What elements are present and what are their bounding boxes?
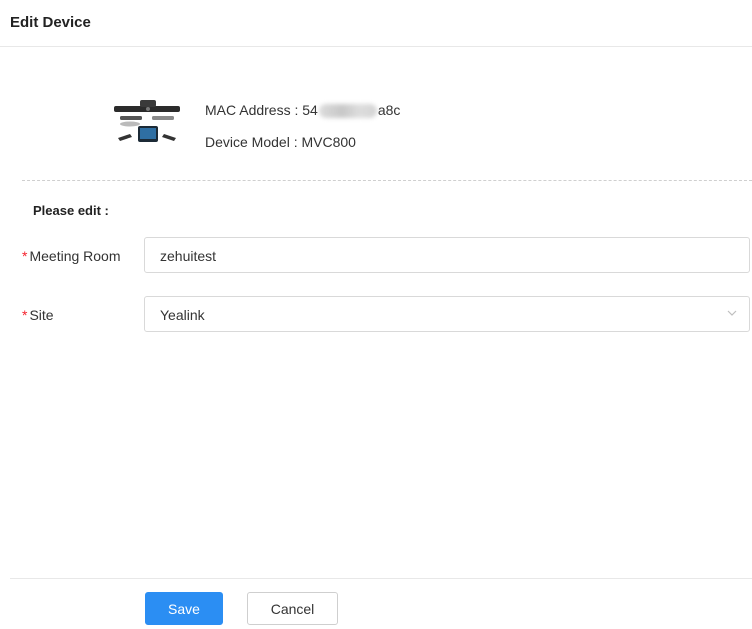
mac-address: MAC Address : 54 a8c bbox=[205, 102, 401, 119]
mac-address-label: MAC Address : bbox=[205, 102, 303, 118]
section-title: Please edit : bbox=[33, 203, 109, 218]
site-label-text: Site bbox=[29, 307, 54, 323]
dialog-header: Edit Device bbox=[0, 0, 752, 47]
mac-address-prefix: 54 bbox=[302, 102, 318, 118]
site-label: * Site bbox=[22, 307, 54, 323]
site-select[interactable]: Yealink bbox=[144, 296, 750, 332]
site-value: Yealink bbox=[160, 307, 205, 323]
dialog-title: Edit Device bbox=[10, 14, 91, 31]
device-model: Device Model : MVC800 bbox=[205, 134, 356, 150]
required-mark: * bbox=[22, 307, 28, 323]
device-model-label: Device Model : bbox=[205, 134, 302, 150]
required-mark: * bbox=[22, 248, 28, 264]
chevron-down-icon[interactable] bbox=[725, 306, 739, 320]
meeting-room-label: * Meeting Room bbox=[22, 248, 121, 264]
device-image bbox=[114, 100, 180, 142]
meeting-room-input[interactable]: zehuitest bbox=[144, 237, 750, 273]
save-button[interactable]: Save bbox=[145, 592, 223, 625]
device-model-value: MVC800 bbox=[301, 134, 356, 150]
meeting-room-value: zehuitest bbox=[160, 248, 217, 264]
meeting-room-label-text: Meeting Room bbox=[29, 248, 121, 264]
mac-address-redaction bbox=[318, 104, 377, 119]
section-divider bbox=[22, 180, 752, 181]
cancel-button[interactable]: Cancel bbox=[247, 592, 338, 625]
mac-address-suffix: a8c bbox=[377, 102, 401, 118]
footer-divider bbox=[10, 578, 752, 579]
